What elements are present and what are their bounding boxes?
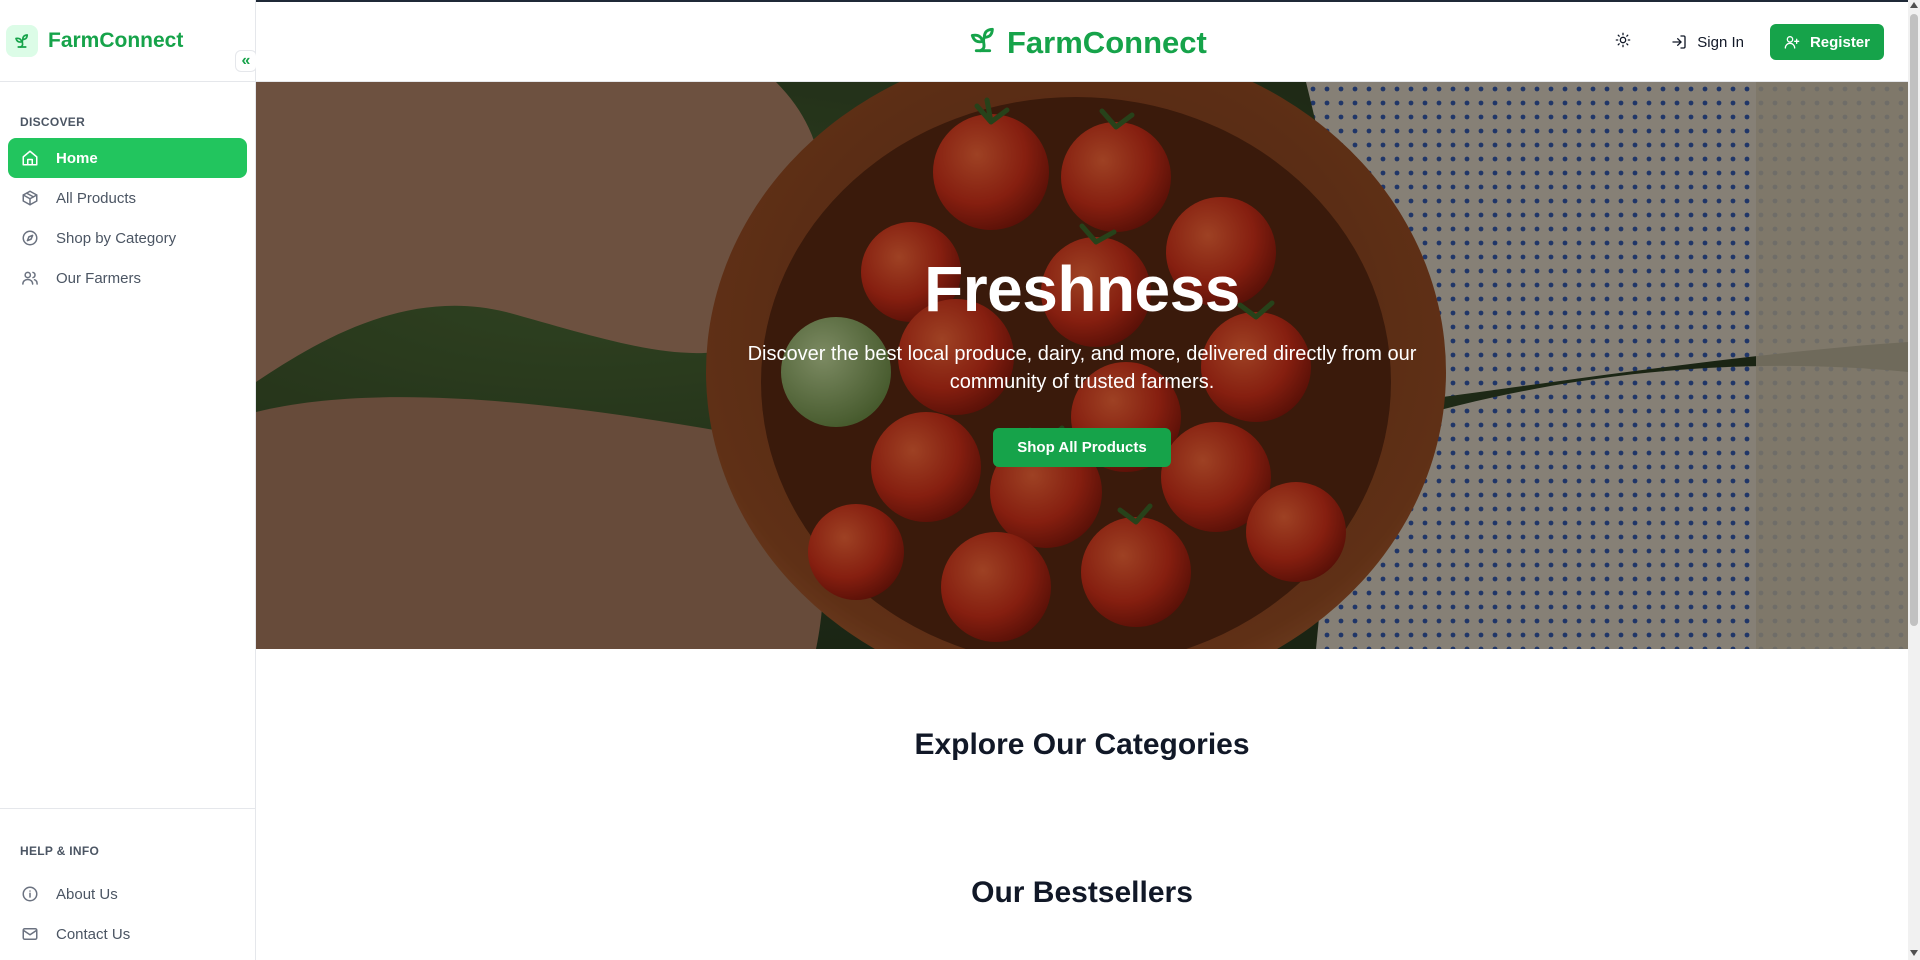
sidebar-help-section: HELP & INFO About Us Contact Us (0, 808, 255, 943)
sidebar-item-label: Contact Us (56, 925, 131, 943)
sprout-logo-icon (967, 24, 999, 61)
theme-toggle-button[interactable] (1605, 24, 1641, 60)
register-button[interactable]: Register (1769, 24, 1884, 60)
info-icon (20, 884, 40, 904)
sidebar: FarmConnect « DISCOVER Home All Products (0, 0, 257, 960)
sidebar-nav: Home All Products Shop by Category Our F… (8, 138, 247, 298)
sidebar-item-contact-us[interactable]: Contact Us (8, 914, 247, 954)
hero-banner: Freshness Discover the best local produc… (256, 82, 1908, 649)
sprout-logo-icon (6, 24, 38, 57)
page-scrollbar[interactable] (1908, 0, 1920, 960)
sidebar-item-label: About Us (56, 885, 118, 903)
bestsellers-section-title: Our Bestsellers (971, 876, 1193, 909)
chevrons-left-icon: « (241, 52, 251, 69)
home-icon (20, 148, 40, 168)
sidebar-help-nav: About Us Contact Us (8, 874, 247, 954)
sidebar-item-our-farmers[interactable]: Our Farmers (8, 258, 247, 298)
sun-icon (1615, 32, 1631, 53)
sidebar-item-label: Home (56, 149, 98, 167)
users-icon (20, 268, 40, 288)
hero-subtitle: Discover the best local produce, dairy, … (747, 343, 1417, 393)
header-brand[interactable]: FarmConnect (967, 24, 1207, 61)
header-brand-name: FarmConnect (1007, 24, 1207, 60)
hero-title: Freshness (924, 253, 1240, 325)
sidebar-collapse-button[interactable]: « (235, 50, 257, 72)
sidebar-item-home[interactable]: Home (8, 138, 247, 178)
sidebar-item-label: Our Farmers (56, 269, 142, 287)
top-header: FarmConnect Sign In Register (256, 0, 1908, 82)
register-label: Register (1809, 33, 1870, 51)
header-actions: Sign In Register (1605, 24, 1884, 60)
categories-section-title: Explore Our Categories (914, 728, 1250, 761)
user-plus-icon (1784, 36, 1800, 49)
sign-in-label: Sign In (1697, 33, 1744, 51)
sign-in-button[interactable]: Sign In (1659, 24, 1756, 60)
scrollbar-thumb[interactable] (1910, 14, 1918, 626)
package-icon (20, 188, 40, 208)
sidebar-item-about-us[interactable]: About Us (8, 874, 247, 914)
compass-icon (20, 228, 40, 248)
shop-all-products-button[interactable]: Shop All Products (993, 428, 1171, 467)
mail-icon (20, 924, 40, 944)
sidebar-brand[interactable]: FarmConnect « (0, 0, 257, 82)
sidebar-item-shop-by-category[interactable]: Shop by Category (8, 218, 247, 258)
sidebar-item-label: All Products (56, 189, 137, 207)
sidebar-brand-name: FarmConnect (48, 28, 184, 52)
scroll-down-arrow-icon[interactable] (1910, 950, 1918, 956)
hero-content: Freshness Discover the best local produc… (256, 252, 1908, 467)
scroll-up-arrow-icon[interactable] (1910, 2, 1918, 8)
sidebar-section-help: HELP & INFO (20, 844, 100, 858)
sidebar-section-discover: DISCOVER (20, 115, 86, 129)
log-in-icon (1672, 35, 1686, 49)
sidebar-item-all-products[interactable]: All Products (8, 178, 247, 218)
sidebar-item-label: Shop by Category (56, 229, 177, 247)
